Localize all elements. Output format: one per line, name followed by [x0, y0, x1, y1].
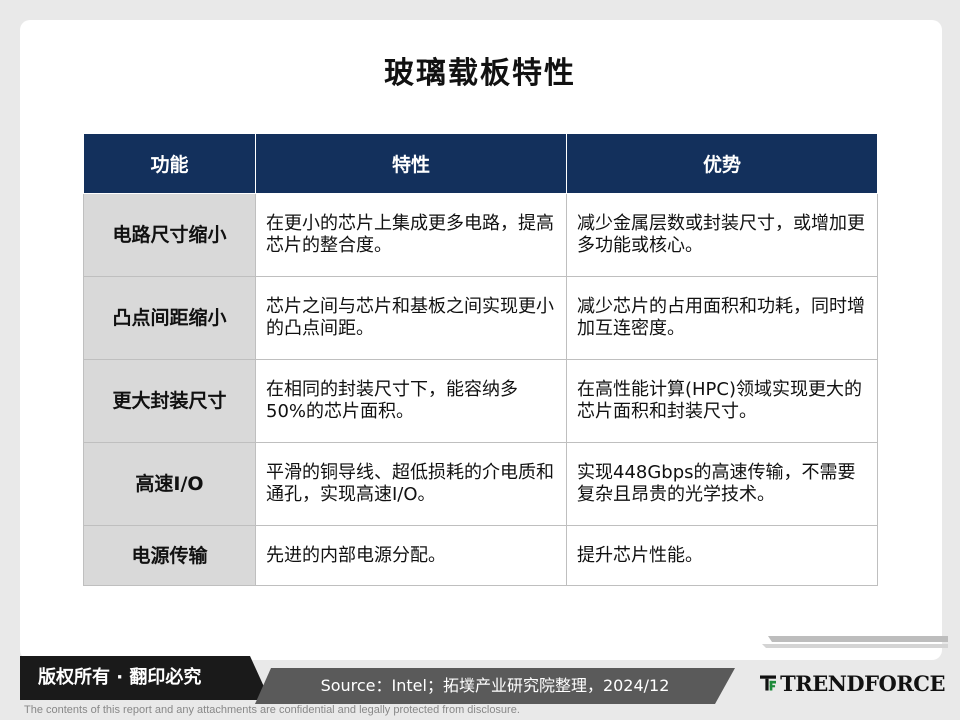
header-function: 功能: [83, 133, 256, 194]
function-cell: 更大封装尺寸: [83, 359, 256, 443]
table-row: 更大封装尺寸 在相同的封装尺寸下，能容纳多50%的芯片面积。 在高性能计算(HP…: [83, 359, 878, 443]
decorative-stripes: [762, 636, 948, 648]
header-feature: 特性: [255, 133, 567, 194]
function-cell: 电路尺寸缩小: [83, 193, 256, 277]
feature-cell: 芯片之间与芯片和基板之间实现更小的凸点间距。: [255, 276, 567, 360]
glass-substrate-table: 功能 特性 优势 电路尺寸缩小 在更小的芯片上集成更多电路，提高芯片的整合度。 …: [83, 133, 878, 586]
function-cell: 凸点间距缩小: [83, 276, 256, 360]
feature-cell: 先进的内部电源分配。: [255, 525, 567, 586]
advantage-cell: 减少芯片的占用面积和功耗，同时增加互连密度。: [566, 276, 878, 360]
advantage-cell: 减少金属层数或封装尺寸，或增加更多功能或核心。: [566, 193, 878, 277]
disclaimer-text: The contents of this report and any atta…: [24, 704, 520, 716]
brand-logo: TRENDFORCE: [760, 666, 945, 700]
function-cell: 电源传输: [83, 525, 256, 586]
trendforce-logo-icon: [760, 675, 777, 691]
advantage-cell: 提升芯片性能。: [566, 525, 878, 586]
function-cell: 高速I/O: [83, 442, 256, 526]
table-row: 电源传输 先进的内部电源分配。 提升芯片性能。: [83, 525, 878, 586]
page-title: 玻璃载板特性: [384, 56, 576, 91]
table-header-row: 功能 特性 优势: [83, 133, 878, 194]
table-row: 高速I/O 平滑的铜导线、超低损耗的介电质和通孔，实现高速I/O。 实现448G…: [83, 442, 878, 526]
header-advantage: 优势: [566, 133, 878, 194]
copyright-badge: 版权所有 · 翻印必究: [20, 656, 270, 700]
table-row: 凸点间距缩小 芯片之间与芯片和基板之间实现更小的凸点间距。 减少芯片的占用面积和…: [83, 276, 878, 360]
advantage-cell: 在高性能计算(HPC)领域实现更大的芯片面积和封装尺寸。: [566, 359, 878, 443]
feature-cell: 在更小的芯片上集成更多电路，提高芯片的整合度。: [255, 193, 567, 277]
advantage-cell: 实现448Gbps的高速传输，不需要复杂且昂贵的光学技术。: [566, 442, 878, 526]
source-note: Source：Intel；拓墣产业研究院整理，2024/12: [255, 668, 735, 704]
table-row: 电路尺寸缩小 在更小的芯片上集成更多电路，提高芯片的整合度。 减少金属层数或封装…: [83, 193, 878, 277]
feature-cell: 平滑的铜导线、超低损耗的介电质和通孔，实现高速I/O。: [255, 442, 567, 526]
feature-cell: 在相同的封装尺寸下，能容纳多50%的芯片面积。: [255, 359, 567, 443]
brand-name: TRENDFORCE: [780, 670, 945, 696]
